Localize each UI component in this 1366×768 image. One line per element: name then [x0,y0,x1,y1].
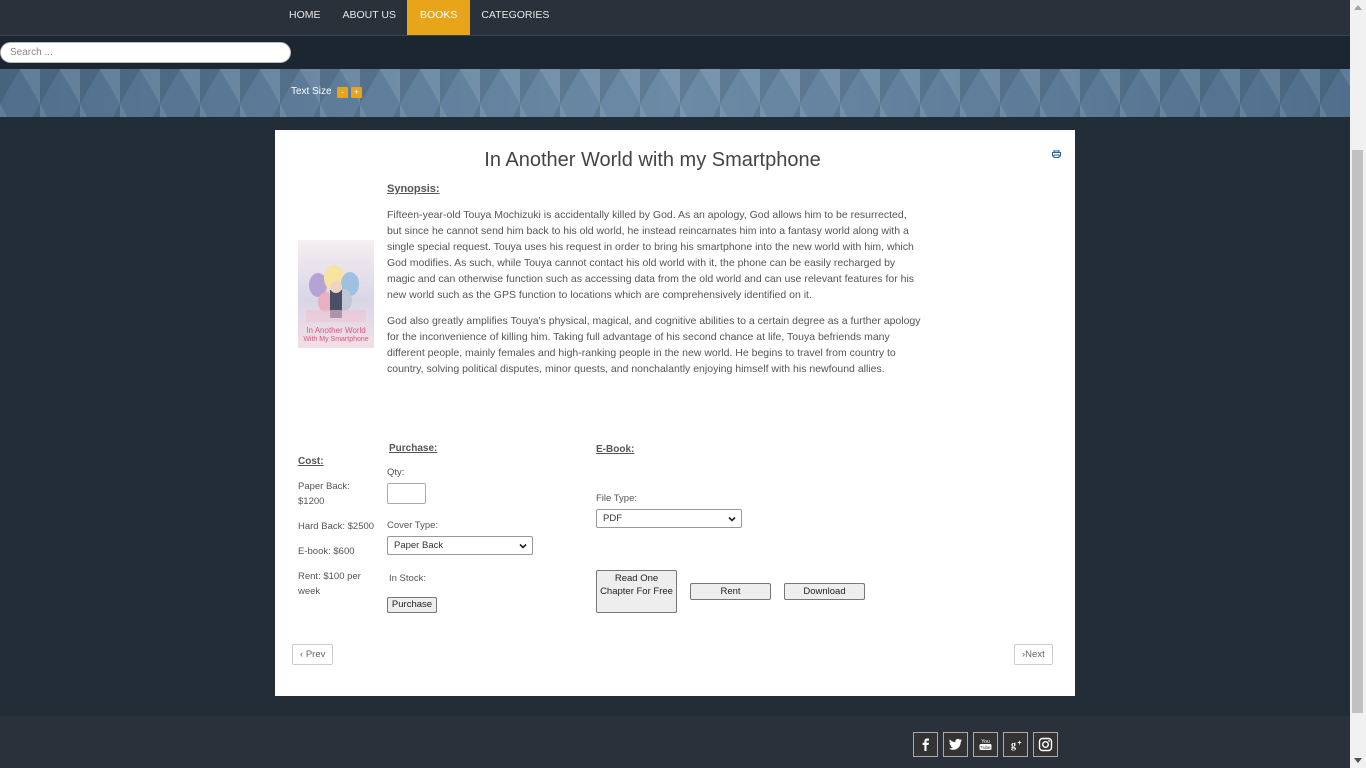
nav-home[interactable]: HOME [278,0,332,35]
facebook-icon[interactable] [913,732,938,757]
chevron-down-icon [519,543,527,549]
scroll-down-icon[interactable] [1354,758,1362,763]
next-button[interactable]: ›Next [1014,644,1053,665]
prev-button[interactable]: ‹ Prev [292,644,334,665]
google-plus-icon[interactable]: g + [1003,732,1028,757]
qty-label: Qty: [387,467,405,478]
banner: Text Size - + [0,69,1350,117]
svg-text:Tube: Tube [980,745,991,750]
file-type-select[interactable]: PDF [596,509,742,528]
scrollbar-thumb[interactable] [1352,150,1363,713]
page-scrollbar[interactable] [1350,0,1366,768]
text-size-label: Text Size [291,86,332,97]
search-bar [0,36,1350,69]
text-size-increase-button[interactable]: + [351,87,362,98]
top-nav: HOME ABOUT US BOOKS CATEGORIES [0,0,1350,36]
cost-rent: Rent: $100 per week [298,571,361,597]
purchase-heading: Purchase: [389,443,438,454]
svg-text:With My Smartphone: With My Smartphone [303,336,368,343]
svg-text:+: + [1017,740,1021,747]
main-menu: HOME ABOUT US BOOKS CATEGORIES [278,0,560,35]
download-button[interactable]: Download [784,583,865,600]
book-cover-image: In Another World With My Smartphone [298,240,374,348]
cost-ebook: E-book: $600 [298,546,355,557]
synopsis-paragraph: God also greatly amplifies Touya's physi… [387,315,921,375]
read-chapter-button[interactable]: Read One Chapter For Free [596,570,677,613]
svg-text:g: g [1011,740,1016,751]
file-type-selected: PDF [603,513,622,524]
instagram-icon[interactable] [1033,732,1058,757]
synopsis-paragraph: Fifteen-year-old Touya Mochizuki is acci… [387,209,915,301]
book-title: In Another World with my Smartphone [484,149,821,171]
nav-books[interactable]: BOOKS [406,0,471,35]
footer: You Tube g + [0,716,1350,768]
file-type-label: File Type: [596,493,638,504]
prev-label: Prev [305,649,326,660]
rent-button[interactable]: Rent [690,583,771,600]
cost-paper-back: Paper Back: $1200 [298,481,350,507]
print-icon[interactable] [1052,150,1061,158]
in-stock-label: In Stock: [389,573,426,584]
ebook-heading: E-Book: [596,444,635,455]
cost-hard-back: Hard Back: $2500 [298,521,375,532]
qty-input[interactable] [387,483,426,504]
book-detail-card: In Another World with my Smartphone In A… [275,130,1075,696]
scroll-up-icon[interactable] [1354,5,1362,10]
cover-type-label: Cover Type: [387,520,439,531]
cover-type-selected: Paper Back [394,540,444,551]
cost-heading: Cost: [298,456,324,467]
purchase-button[interactable]: Purchase [387,597,437,613]
chevron-down-icon [728,516,736,522]
nav-about-us[interactable]: ABOUT US [332,0,407,35]
search-input[interactable] [0,42,291,63]
text-size-decrease-button[interactable]: - [337,87,348,98]
svg-text:In Another World: In Another World [306,326,365,335]
nav-categories[interactable]: CATEGORIES [470,0,560,35]
youtube-icon[interactable]: You Tube [973,732,998,757]
chevron-left-icon: ‹ [300,649,304,660]
twitter-icon[interactable] [943,732,968,757]
next-label: Next [1025,649,1045,660]
cover-type-select[interactable]: Paper Back [387,536,533,555]
synopsis-heading: Synopsis: [387,183,440,195]
